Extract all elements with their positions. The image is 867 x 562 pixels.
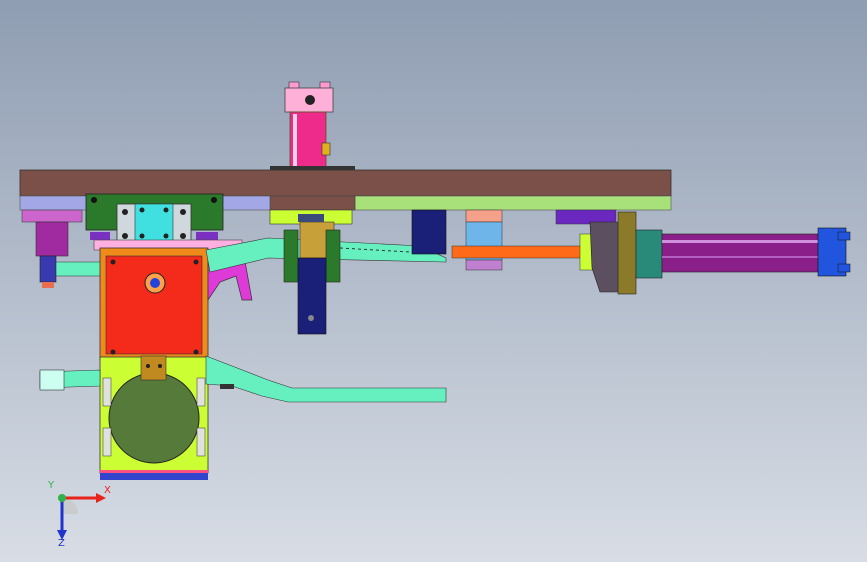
axis-triad: X Y Z: [47, 480, 111, 548]
lower-body-with-disc[interactable]: [99, 355, 209, 480]
vertical-cylinder[interactable]: [270, 81, 355, 171]
z-axis-label: Z: [58, 538, 65, 548]
cad-model-view[interactable]: [0, 0, 867, 562]
y-axis-label: Y: [47, 480, 55, 491]
x-axis-label: X: [104, 485, 111, 496]
graphics-viewport[interactable]: X Y Z: [0, 0, 867, 562]
y-axis-dot: [58, 494, 66, 502]
push-rod[interactable]: [451, 245, 585, 259]
horizontal-cylinder[interactable]: [579, 211, 851, 295]
center-guide[interactable]: [269, 209, 353, 335]
mounting-bracket[interactable]: [85, 193, 243, 251]
main-housing[interactable]: [99, 247, 209, 361]
